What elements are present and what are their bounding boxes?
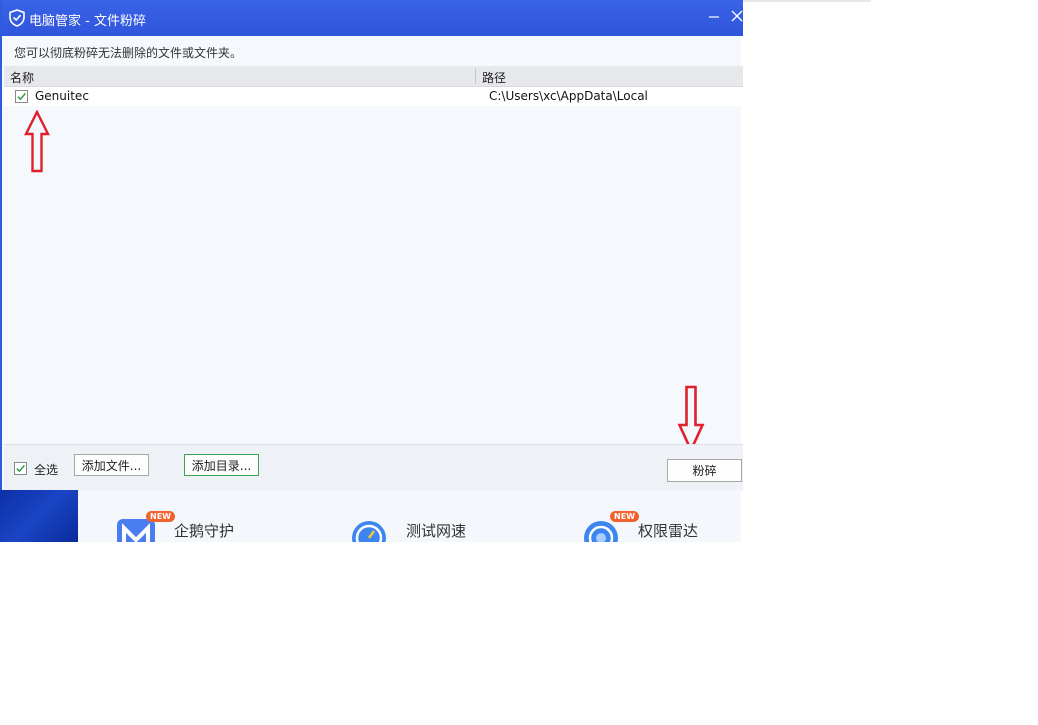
select-all-checkbox[interactable] xyxy=(14,462,27,475)
speed-test-icon xyxy=(350,518,390,542)
shred-button[interactable]: 粉碎 xyxy=(667,459,742,482)
dialog-footer: 全选 添加文件... 添加目录... 粉碎 xyxy=(4,444,743,491)
column-header-name[interactable]: 名称 xyxy=(10,69,34,86)
shield-check-icon xyxy=(9,9,25,27)
new-badge: NEW xyxy=(146,511,175,522)
tool-permission-radar[interactable]: NEW 权限雷达 xyxy=(582,490,741,542)
background-strip xyxy=(741,0,871,2)
select-all-label[interactable]: 全选 xyxy=(34,461,58,478)
list-header: 名称 路径 xyxy=(4,66,743,87)
background-sidebar xyxy=(0,490,78,542)
new-badge: NEW xyxy=(610,511,639,522)
minimize-icon[interactable] xyxy=(705,6,725,26)
annotation-arrow-down xyxy=(677,385,705,453)
row-name: Genuitec xyxy=(35,89,89,103)
hint-text: 您可以彻底粉碎无法删除的文件或文件夹。 xyxy=(14,46,243,60)
row-checkbox[interactable] xyxy=(15,90,28,103)
title-bar[interactable]: 电脑管家 - 文件粉碎 xyxy=(2,0,743,36)
column-divider[interactable] xyxy=(475,68,476,84)
tool-label: 权限雷达 xyxy=(638,522,699,540)
file-shredder-dialog: 电脑管家 - 文件粉碎 您可以彻底粉碎无法删除的文件或文件夹。 名称 路径 Ge… xyxy=(0,0,743,491)
tool-speed-test[interactable]: 测试网速 xyxy=(350,490,530,542)
annotation-arrow-up xyxy=(24,110,50,173)
window-title: 电脑管家 - 文件粉碎 xyxy=(29,14,146,29)
add-file-button[interactable]: 添加文件... xyxy=(74,454,149,476)
tool-label: 测试网速 xyxy=(406,522,467,540)
column-header-path[interactable]: 路径 xyxy=(482,69,506,86)
tool-penguin-guard[interactable]: NEW 企鹅守护 xyxy=(116,490,296,542)
list-item[interactable]: Genuitec C:\Users\xc\AppData\Local xyxy=(4,87,743,106)
row-path: C:\Users\xc\AppData\Local xyxy=(489,89,648,103)
background-app: NEW 企鹅守护 测试网速 NEW 权限雷达 xyxy=(0,490,741,542)
tool-label: 企鹅守护 xyxy=(174,522,235,540)
add-directory-button[interactable]: 添加目录... xyxy=(184,454,259,476)
close-icon[interactable] xyxy=(727,6,747,26)
